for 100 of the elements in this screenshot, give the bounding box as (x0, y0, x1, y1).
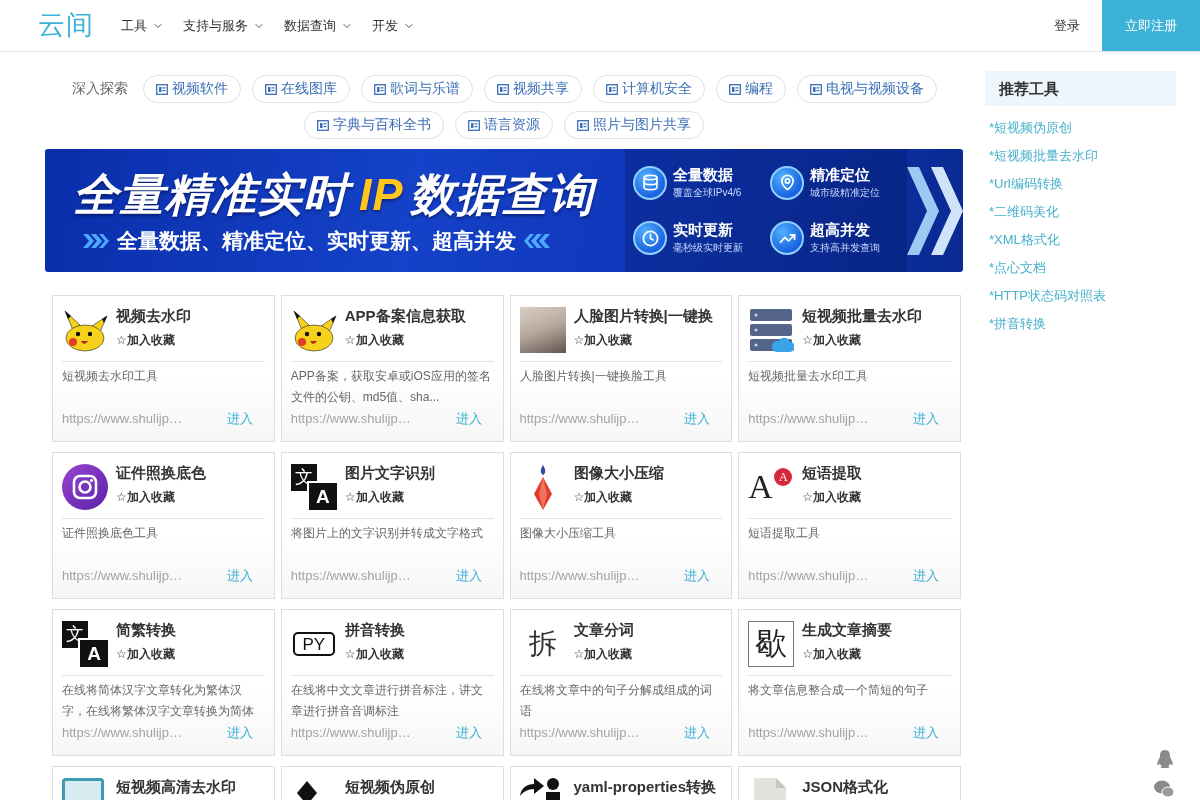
tool-description: 证件照换底色工具 (62, 525, 159, 542)
tool-title[interactable]: 文章分词 (573, 621, 634, 638)
tool-title[interactable]: 短视频批量去水印 (802, 307, 923, 324)
feature-title: 精准定位 (810, 165, 871, 185)
add-favorite-link[interactable]: ☆加入收藏 (116, 332, 191, 348)
photo-placeholder (519, 307, 566, 353)
topic-tag[interactable]: 视频共享 (483, 75, 582, 103)
tool-title[interactable]: 人脸图片转换|一键换 (573, 307, 713, 324)
add-favorite-link[interactable]: ☆加入收藏 (116, 646, 176, 662)
tool-description: APP备案，获取安卓或iOS应用的签名文件的公钥、md5值、sha... (290, 368, 492, 406)
tool-description: 在线将文章中的句子分解成组成的词语 (519, 682, 713, 720)
page-icon (728, 83, 741, 95)
tool-description: 人脸图片转换|一键换脸工具 (519, 368, 668, 385)
tool-description: 将文章信息整合成一个简短的句子 (748, 682, 930, 699)
tool-url: https://www.shulijp… (62, 724, 182, 742)
feature-title: 超高并发 (810, 221, 871, 241)
page-icon (264, 83, 277, 95)
tool-description: 短视频去水印工具 (62, 368, 159, 385)
tool-description: 在线将中文文章进行拼音标注，讲文章进行拼音音调标注 (290, 682, 484, 720)
tool-title[interactable]: JSON格式化 (802, 778, 889, 795)
feature-subtitle: 毫秒级实时更新 (673, 241, 743, 256)
tool-title[interactable]: 短视频伪原创 (344, 778, 435, 795)
topic-tag[interactable]: 计算机安全 (592, 75, 705, 103)
tool-url: https://www.shulijp… (748, 724, 869, 742)
tool-url: https://www.shulijp… (290, 410, 411, 428)
nav-menu-item[interactable]: 支持与服务 (183, 16, 265, 35)
add-favorite-link[interactable]: ☆加入收藏 (802, 646, 893, 662)
add-favorite-link[interactable]: ☆加入收藏 (344, 489, 435, 505)
page-icon (155, 83, 168, 95)
tool-title[interactable]: 生成文章摘要 (802, 621, 893, 638)
page-icon (496, 83, 509, 95)
tool-url: https://www.shulijp… (290, 567, 411, 585)
trend-chart-icon (770, 221, 804, 256)
add-favorite-link[interactable]: ☆加入收藏 (573, 332, 713, 348)
tool-description: 在线将简体汉字文章转化为繁体汉字，在线将繁体汉字文章转换为简体 (62, 682, 255, 720)
explore-label: 深入探索 (71, 80, 128, 98)
tool-title[interactable]: 图片文字识别 (344, 464, 435, 481)
add-favorite-link[interactable]: ☆加入收藏 (802, 332, 923, 348)
topic-tag[interactable]: 在线图库 (251, 75, 350, 103)
page-icon (605, 83, 618, 95)
nav-menu-item[interactable]: 工具 (121, 16, 164, 35)
penguin-icon[interactable] (1156, 750, 1174, 768)
topic-tag[interactable]: 照片与图片共享 (564, 111, 704, 139)
tool-title[interactable]: APP备案信息获取 (344, 307, 466, 324)
character-icon: 拆 (519, 621, 566, 667)
topic-tag[interactable]: 视频软件 (142, 75, 241, 103)
chevrons-left-icon (524, 233, 550, 248)
diamond-icon (296, 781, 317, 800)
tool-url: https://www.shulijp… (290, 724, 411, 742)
add-favorite-link[interactable]: ☆加入收藏 (573, 646, 634, 662)
tool-url: https://www.shulijp… (748, 567, 869, 585)
topic-tag[interactable]: 歌词与乐谱 (360, 75, 473, 103)
tool-url: https://www.shulijp… (519, 567, 640, 585)
tool-description: 图像大小压缩工具 (519, 525, 617, 542)
tool-title[interactable]: 证件照换底色 (116, 464, 206, 481)
tool-title[interactable]: 短视频高清去水印 (116, 778, 236, 795)
tool-title[interactable]: 图像大小压缩 (573, 464, 664, 481)
feature-title: 全量数据 (673, 165, 734, 185)
chevrons-right-icon (83, 233, 109, 248)
clock-icon (633, 221, 667, 256)
character-tile-icon: 歇 (748, 621, 795, 667)
page-icon (317, 119, 329, 131)
topic-tag[interactable]: 电视与视频设备 (796, 75, 937, 103)
tool-title[interactable]: 短语提取 (802, 464, 863, 481)
page-icon (373, 83, 386, 95)
banner-subline: 全量数据、精准定位、实时更新、超高并发 (117, 227, 516, 254)
arrow-person-icon (519, 778, 560, 800)
location-pin-icon (770, 165, 804, 200)
add-favorite-link[interactable]: ☆加入收藏 (802, 489, 863, 505)
tool-url: https://www.shulijp… (62, 567, 182, 585)
server-cloud-icon (748, 307, 795, 353)
banner-headline: 全量精准实时 IP数据查询 (73, 166, 625, 223)
database-icon (633, 165, 667, 200)
tool-title[interactable]: 简繁转换 (116, 621, 176, 638)
tool-description: 将图片上的文字识别并转成文字格式 (290, 525, 484, 542)
topic-tag[interactable]: 语言资源 (455, 111, 553, 139)
login-link[interactable]: 登录 (1054, 16, 1080, 35)
nav-menu-item[interactable]: 开发 (372, 16, 415, 35)
nav-menu-item[interactable]: 数据查询 (284, 16, 353, 35)
feature-title: 实时更新 (673, 221, 734, 241)
tool-url: https://www.shulijp… (748, 410, 869, 428)
chat-bubbles-icon[interactable] (1154, 780, 1174, 798)
topic-tag[interactable]: 编程 (715, 75, 786, 103)
add-favorite-link[interactable]: ☆加入收藏 (344, 332, 466, 348)
feature-subtitle: 城市级精准定位 (810, 185, 880, 200)
topic-tag[interactable]: 字典与百科全书 (304, 111, 444, 139)
tool-title[interactable]: yaml-properties转换 (573, 778, 717, 795)
tool-description: 短语提取工具 (748, 525, 822, 542)
page-icon (809, 83, 822, 95)
ad-banner[interactable]: 全量精准实时 IP数据查询 全量数据、精准定位、实时更新、超高并发 全量数据 覆盖全球IPv4/6 精准定位 城市级精准定位 实时更新 毫秒级实时更新 超高并发 支持高并发查询 (45, 149, 963, 272)
tool-title[interactable]: 拼音转换 (344, 621, 405, 638)
camera-icon (62, 464, 108, 510)
add-favorite-link[interactable]: ☆加入收藏 (116, 489, 206, 505)
feature-subtitle: 覆盖全球IPv4/6 (673, 185, 742, 200)
add-favorite-link[interactable]: ☆加入收藏 (573, 489, 664, 505)
add-favorite-link[interactable]: ☆加入收藏 (344, 646, 405, 662)
tool-url: https://www.shulijp… (519, 410, 640, 428)
sidebar-heading: 推荐工具 (985, 71, 1176, 106)
page-icon (577, 119, 589, 131)
tool-title[interactable]: 视频去水印 (116, 307, 191, 324)
